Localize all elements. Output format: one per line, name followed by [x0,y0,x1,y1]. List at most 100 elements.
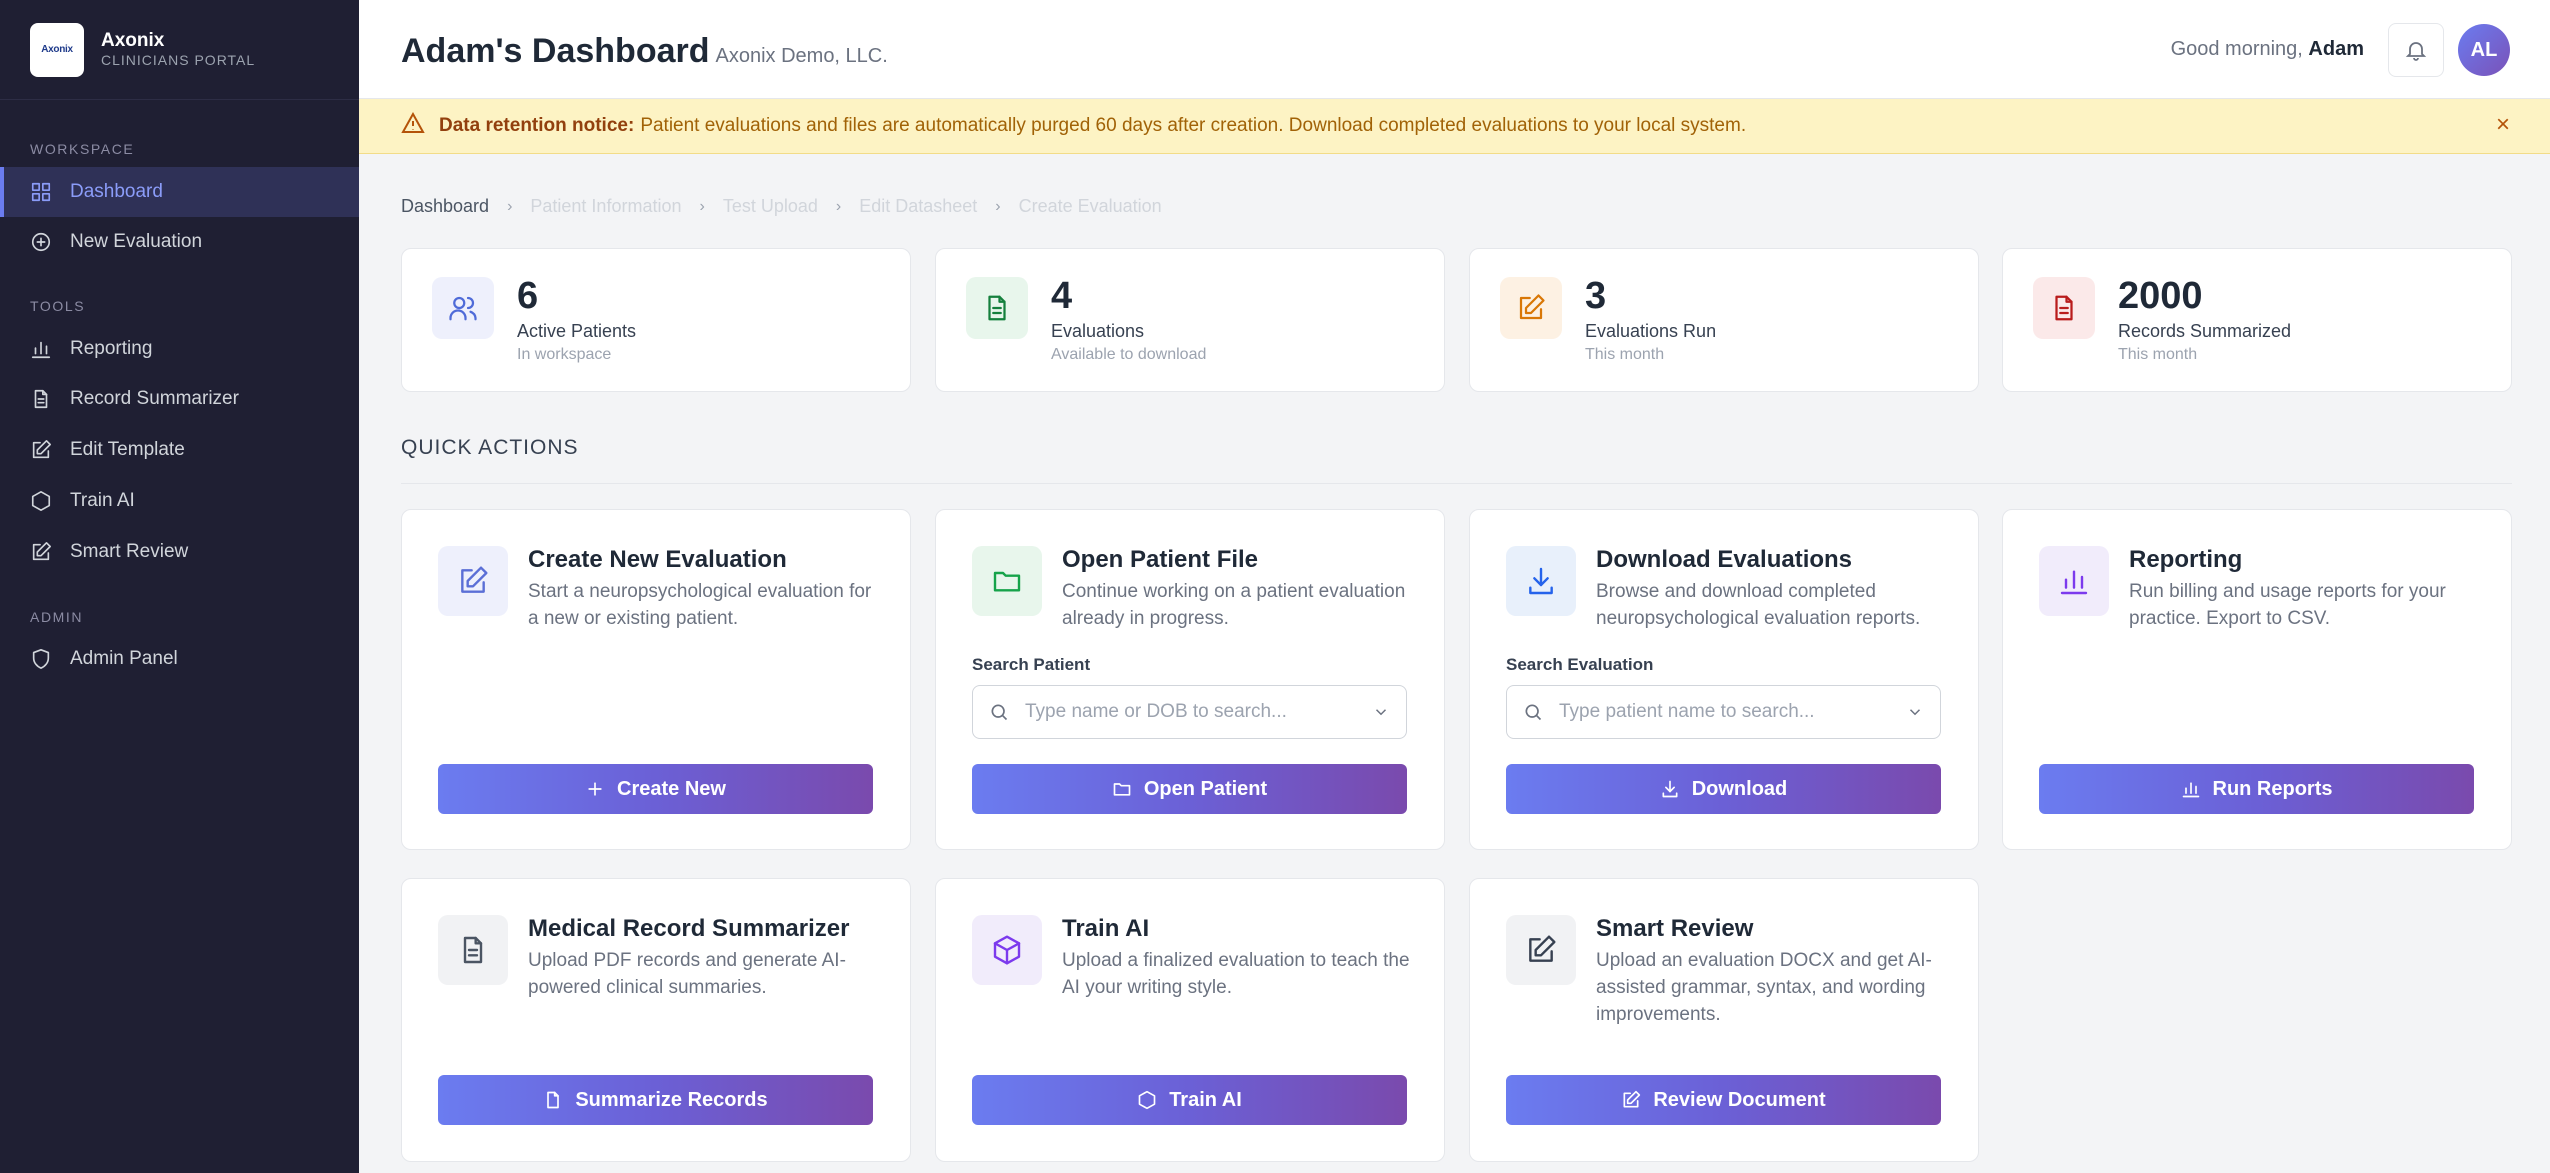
button-label: Run Reports [2212,777,2333,800]
close-icon[interactable]: × [2496,111,2510,139]
greeting-user-name: Adam [2308,38,2364,60]
card-description: Continue working on a patient evaluation… [1062,581,1406,629]
stat-sub: This month [1585,346,1665,363]
download-button[interactable]: Download [1506,764,1941,814]
card-title: Download Evaluations [1596,546,1853,573]
sidebar-item-record-summarizer[interactable]: Record Summarizer [0,374,359,424]
train-ai-button[interactable]: Train AI [972,1075,1407,1125]
quick-actions-title: QUICK ACTIONS [401,436,579,459]
card-title: Medical Record Summarizer [528,915,850,942]
stat-value: 2000 [2118,275,2203,317]
warning-icon [401,111,439,141]
chevron-down-icon[interactable] [1906,703,1924,726]
card-create-new-evaluation: Create New Evaluation Start a neuropsych… [401,509,911,850]
divider [401,483,2512,484]
stat-label: Records Summarized [2118,321,2292,341]
bar-chart-icon [2182,782,2199,798]
edit-icon [438,546,508,616]
brand-name: Axonix [101,30,165,51]
sidebar-item-train-ai[interactable]: Train AI [0,476,359,526]
button-label: Open Patient [1143,777,1268,800]
stat-value: 4 [1051,275,1073,317]
search-icon [1525,704,1542,721]
page-title: Adam's Dashboard Axonix Demo, LLC. [401,32,888,71]
greeting-text: Good morning, [2170,38,2303,60]
card-description: Upload a finalized evaluation to teach t… [1062,950,1410,998]
sidebar-item-label: New Evaluation [70,231,203,252]
card-smart-review: Smart Review Upload an evaluation DOCX a… [1469,878,1979,1162]
nav-section-tools: TOOLS [30,298,86,314]
nav-section-admin: ADMIN [30,609,84,625]
search-icon [991,704,1008,721]
search-patient-label: Search Patient [972,655,1091,674]
bar-chart-icon [30,338,52,360]
plus-circle-icon [30,231,52,253]
brand-subtitle: CLINICIANS PORTAL [101,52,256,68]
stat-value: 3 [1585,275,1607,317]
document-icon [547,1091,560,1109]
card-description: Run billing and usage reports for your p… [2129,581,2446,629]
summarize-records-button[interactable]: Summarize Records [438,1075,873,1125]
stat-card-evaluations-run: 3 Evaluations Run This month [1469,248,1979,392]
sidebar-item-admin-panel[interactable]: Admin Panel [0,634,359,684]
sidebar-item-label: Edit Template [70,439,185,460]
file-text-icon [438,915,508,985]
run-reports-button[interactable]: Run Reports [2039,764,2474,814]
dashboard-title: Adam's Dashboard [401,32,710,70]
button-label: Review Document [1653,1088,1826,1111]
edit-icon [30,541,52,563]
notifications-button[interactable] [2388,23,2444,77]
breadcrumb-item: Edit Datasheet [859,196,978,216]
edit-icon [1623,1090,1641,1108]
edit-icon [1500,277,1562,339]
breadcrumb-item[interactable]: Dashboard [401,196,489,217]
breadcrumb-item: Create Evaluation [1018,196,1162,216]
folder-icon [972,546,1042,616]
cube-icon [972,915,1042,985]
stat-card-records-summarized: 2000 Records Summarized This month [2002,248,2512,392]
search-patient-input[interactable] [1025,701,1365,723]
avatar[interactable]: AL [2458,24,2510,76]
card-description: Browse and download completed neuropsych… [1596,581,1921,629]
sidebar: Axonix Axonix CLINICIANS PORTAL WORKSPAC… [0,0,359,1173]
sidebar-item-edit-template[interactable]: Edit Template [0,425,359,475]
chevron-right-icon: › [995,197,1001,215]
card-train-ai: Train AI Upload a finalized evaluation t… [935,878,1445,1162]
review-document-button[interactable]: Review Document [1506,1075,1941,1125]
search-evaluation-input[interactable] [1559,701,1899,723]
hexagon-icon [30,490,52,512]
stat-card-active-patients: 6 Active Patients In workspace [401,248,911,392]
sidebar-item-new-evaluation[interactable]: New Evaluation [0,217,359,267]
sidebar-item-label: Smart Review [70,541,189,562]
brand-logo: Axonix [30,22,84,77]
search-evaluation-field[interactable] [1506,685,1941,739]
shield-icon [30,648,52,670]
chevron-right-icon: › [699,197,705,215]
stat-sub: Available to download [1051,346,1207,363]
top-header: Adam's Dashboard Axonix Demo, LLC. Good m… [359,0,2550,99]
sidebar-item-smart-review[interactable]: Smart Review [0,527,359,577]
create-new-button[interactable]: Create New [438,764,873,814]
folder-icon [1113,783,1131,796]
chevron-right-icon: › [507,197,513,215]
breadcrumb: Dashboard › Patient Information › Test U… [401,196,1162,217]
brand[interactable]: Axonix Axonix CLINICIANS PORTAL [0,0,359,100]
button-label: Download [1691,777,1788,800]
org-name: Axonix Demo, LLC. [715,45,888,67]
document-icon [30,388,52,410]
sidebar-item-reporting[interactable]: Reporting [0,324,359,374]
grid-icon [30,181,52,203]
card-title: Open Patient File [1062,546,1259,573]
sidebar-item-label: Dashboard [70,181,163,202]
stat-sub: This month [2118,346,2198,363]
chevron-down-icon[interactable] [1372,703,1390,726]
stat-sub: In workspace [517,346,612,363]
search-patient-field[interactable] [972,685,1407,739]
download-icon [1506,546,1576,616]
stat-label: Evaluations [1051,321,1145,341]
open-patient-button[interactable]: Open Patient [972,764,1407,814]
sidebar-item-dashboard[interactable]: Dashboard [0,167,359,217]
data-retention-notice: Data retention notice: Patient evaluatio… [359,99,2550,154]
card-title: Create New Evaluation [528,546,787,573]
card-description: Start a neuropsychological evaluation fo… [528,581,872,629]
